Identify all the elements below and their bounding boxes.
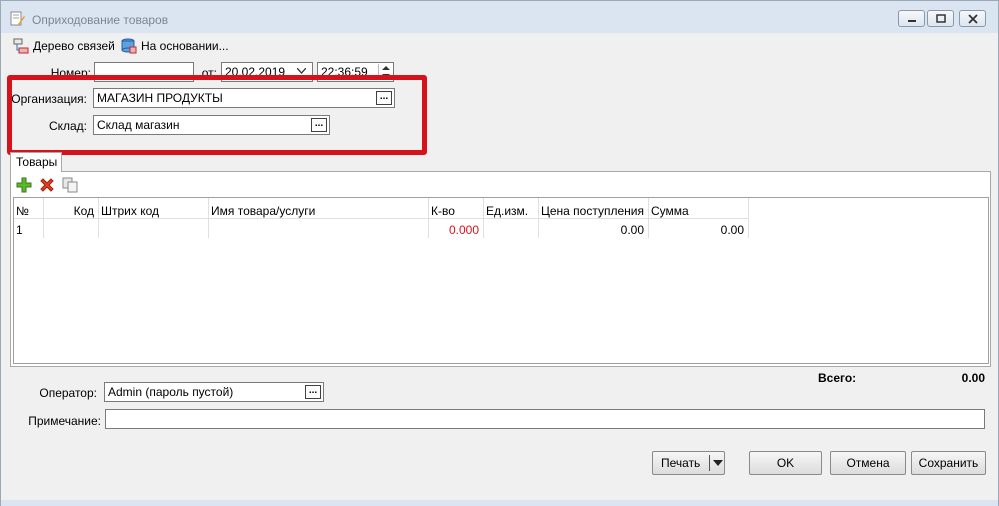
header-purchase-price[interactable]: Цена поступления: [541, 204, 644, 218]
spin-up-icon[interactable]: [380, 64, 392, 72]
total-value: 0.00: [961, 371, 985, 385]
chevron-down-icon[interactable]: [297, 68, 306, 74]
note-label: Примечание:: [28, 414, 101, 428]
header-code[interactable]: Код: [74, 204, 94, 218]
header-number[interactable]: №: [16, 204, 29, 218]
header-divider: [14, 218, 749, 219]
operator-select-button[interactable]: ...: [305, 385, 321, 399]
title-bar[interactable]: Оприходование товаров: [1, 1, 998, 33]
window-title: Оприходование товаров: [32, 13, 169, 27]
save-button[interactable]: Сохранить: [911, 451, 986, 475]
print-button[interactable]: Печать: [652, 451, 725, 475]
highlight-frame: [7, 75, 427, 155]
header-item-name[interactable]: Имя товара/услуги: [211, 204, 315, 218]
cell-purchase-price[interactable]: 0.00: [621, 223, 644, 237]
header-quantity[interactable]: К-во: [431, 204, 455, 218]
header-barcode[interactable]: Штрих код: [101, 204, 159, 218]
goods-table[interactable]: № 1 Код Штрих код Имя товара/услуги К-во…: [13, 197, 989, 364]
cell-number[interactable]: 1: [16, 223, 23, 237]
maximize-button[interactable]: [927, 10, 954, 27]
add-row-icon[interactable]: [16, 177, 32, 193]
links-tree-button[interactable]: Дерево связей: [13, 37, 115, 55]
note-input[interactable]: [105, 409, 985, 429]
operator-label: Оператор:: [39, 386, 97, 400]
print-label: Печать: [661, 456, 701, 470]
ok-button[interactable]: OK: [749, 451, 822, 475]
tree-icon: [13, 38, 29, 54]
operator-field[interactable]: Admin (пароль пустой): [104, 382, 324, 402]
close-button[interactable]: [959, 10, 986, 27]
total-label: Всего:: [818, 371, 857, 385]
print-split-divider: [709, 455, 710, 471]
minimize-button[interactable]: [898, 10, 925, 27]
copy-row-icon[interactable]: [62, 177, 78, 193]
minimize-icon: [908, 20, 916, 22]
document-edit-icon: [10, 11, 25, 26]
maximize-icon: [936, 14, 946, 23]
chevron-down-icon[interactable]: [713, 460, 723, 467]
close-icon: [968, 14, 978, 24]
header-sum[interactable]: Сумма: [651, 204, 689, 218]
status-bar: [1, 500, 998, 506]
links-tree-label: Дерево связей: [33, 39, 115, 53]
header-unit[interactable]: Ед.изм.: [486, 204, 528, 218]
based-on-label: На основании...: [141, 39, 229, 53]
based-on-button[interactable]: На основании...: [121, 37, 229, 55]
delete-row-icon[interactable]: [39, 177, 55, 193]
cancel-button[interactable]: Отмена: [830, 451, 906, 475]
cell-quantity[interactable]: 0.000: [449, 223, 479, 237]
document-window: Оприходование товаров Дерево связей На о…: [0, 0, 999, 506]
tab-goods[interactable]: Товары: [10, 152, 62, 172]
cell-sum[interactable]: 0.00: [721, 223, 744, 237]
database-icon: [121, 38, 137, 54]
